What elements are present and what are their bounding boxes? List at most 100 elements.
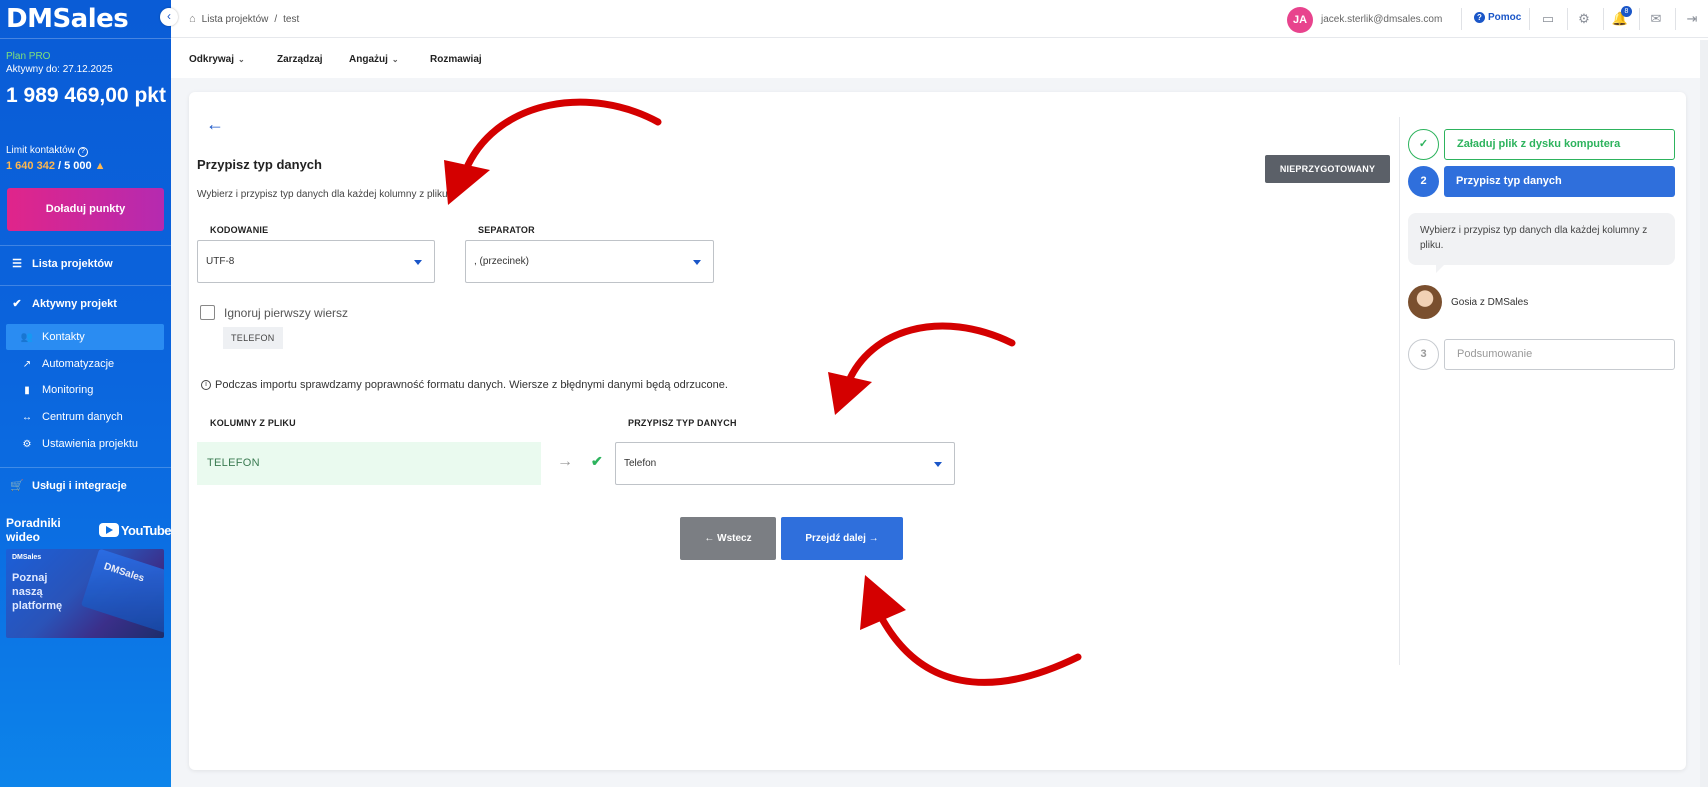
step-1-box[interactable]: Załaduj plik z dysku komputera (1444, 129, 1675, 160)
home-icon[interactable]: ⌂ (189, 13, 196, 25)
sidebar-subitem-project-settings[interactable]: ⚙ Ustawienia projektu (6, 431, 164, 457)
page-title: Przypisz typ danych (197, 157, 322, 172)
help-label: Pomoc (1488, 12, 1522, 23)
nav-engage[interactable]: Angażuj ⌄ (349, 54, 399, 65)
mail-icon[interactable]: ✉ (1647, 10, 1665, 28)
separator-select[interactable]: , (przecinek) (465, 240, 714, 283)
assistant-avatar (1408, 285, 1442, 319)
sidebar: DMSales Plan PRO Aktywny do: 27.12.2025 … (0, 0, 172, 787)
sidebar-subitem-automations[interactable]: ↗ Automatyzacje (6, 351, 164, 377)
nav-manage[interactable]: Zarządzaj (277, 54, 323, 65)
app-logo[interactable]: DMSales (6, 4, 129, 34)
topbar-divider (1675, 8, 1676, 30)
sidebar-subitem-monitoring[interactable]: ▮ Monitoring (6, 377, 164, 403)
step-1-circle: ✓ (1408, 129, 1439, 160)
chevron-down-icon: ⌄ (391, 55, 399, 64)
status-badge: NIEPRZYGOTOWANY (1265, 155, 1390, 183)
arrow-right-icon: → (557, 453, 573, 470)
topbar-divider (1639, 8, 1640, 30)
plan-active-until: Aktywny do: 27.12.2025 (6, 64, 113, 75)
contact-limit-value: 1 640 342 / 5 000 ▲ (6, 160, 106, 172)
contact-limit-label: Limit kontaktów? (6, 145, 88, 157)
caret-down-icon (414, 260, 422, 265)
help-button[interactable]: ? Pomoc (1474, 12, 1521, 23)
bar-chart-icon: ▮ (24, 384, 30, 396)
info-notice: i Podczas importu sprawdzamy poprawność … (201, 379, 728, 391)
contact-limit-used: 1 640 342 (6, 160, 55, 172)
warning-icon: ▲ (94, 160, 106, 172)
nav-label: Rozmawiaj (430, 54, 482, 65)
encoding-select[interactable]: UTF-8 (197, 240, 435, 283)
sidebar-subitem-label: Centrum danych (42, 411, 123, 423)
points-balance: 1 989 469,00 pkt (6, 84, 166, 107)
data-type-select[interactable]: Telefon (615, 442, 955, 485)
assign-type-header: PRZYPISZ TYP DANYCH (628, 418, 737, 428)
breadcrumb-separator: / (274, 13, 278, 25)
sidebar-item-label: Usługi i integracje (32, 479, 127, 492)
breadcrumb-projects[interactable]: Lista projektów (202, 14, 269, 25)
columns-header: KOLUMNY Z PLIKU (210, 418, 296, 428)
page-scrollbar[interactable] (1700, 40, 1708, 787)
topbar-divider (1603, 8, 1604, 30)
topbar: ⌂ Lista projektów / test JA jacek.sterli… (171, 0, 1708, 38)
sidebar-subitem-contacts[interactable]: 👥 Kontakty (6, 324, 164, 350)
plan-label: Plan PRO (6, 51, 51, 62)
assistant-bubble: Wybierz i przypisz typ danych dla każdej… (1408, 213, 1675, 273)
sidebar-item-label: Aktywny projekt (32, 297, 117, 310)
import-card: ← Przypisz typ danych Wybierz i przypisz… (189, 92, 1686, 770)
user-avatar[interactable]: JA (1287, 7, 1313, 33)
sidebar-subitem-label: Kontakty (42, 331, 85, 343)
contact-limit-text: Limit kontaktów (6, 145, 75, 156)
topbar-divider (1529, 8, 1530, 30)
logout-icon[interactable]: ⇥ (1683, 10, 1701, 28)
user-email[interactable]: jacek.sterlik@dmsales.com (1321, 14, 1442, 25)
sidebar-subitem-label: Automatyzacje (42, 358, 115, 370)
separator-value: , (przecinek) (474, 256, 530, 267)
sidebar-subitem-data-center[interactable]: ↔ Centrum danych (6, 404, 164, 430)
video-tutorials-link[interactable]: Poradniki wideo YouTube (6, 516, 172, 544)
caret-down-icon (693, 260, 701, 265)
data-type-value: Telefon (624, 458, 657, 469)
nav-label: Zarządzaj (277, 54, 323, 65)
breadcrumb-current: test (283, 13, 300, 25)
sidebar-separator (0, 467, 171, 468)
step-2-box[interactable]: Przypisz typ danych (1444, 166, 1675, 197)
sidebar-item-projects[interactable]: ☰ Lista projektów (10, 257, 113, 271)
assistant-name: Gosia z DMSales (1451, 297, 1529, 308)
back-button[interactable]: ← Wstecz (680, 517, 776, 560)
youtube-label: YouTube (120, 522, 172, 538)
next-button[interactable]: Przejdź dalej → (781, 517, 903, 560)
promo-screen-image (80, 549, 164, 634)
youtube-logo: YouTube (98, 522, 172, 538)
info-text: Podczas importu sprawdzamy poprawność fo… (215, 379, 728, 391)
check-icon: ✔ (12, 298, 22, 310)
page-subtitle: Wybierz i przypisz typ danych dla każdej… (197, 189, 451, 200)
promo-logo: DMSales (12, 554, 42, 561)
ignore-first-row-checkbox[interactable] (200, 305, 215, 320)
nav-talk[interactable]: Rozmawiaj (430, 54, 482, 65)
billing-icon[interactable]: ▭ (1539, 10, 1557, 28)
youtube-play-icon (98, 523, 119, 537)
contact-limit-total: / 5 000 (54, 160, 92, 172)
trend-icon: ↗ (22, 358, 32, 370)
bell-icon[interactable]: 🔔 8 (1611, 6, 1632, 28)
promo-banner[interactable]: DMSales Poznaj naszą platformę (6, 549, 164, 638)
nav-label: Odkrywaj (189, 54, 235, 65)
check-icon: ✔ (591, 453, 603, 469)
notification-badge: 8 (1621, 6, 1632, 17)
help-circle-icon[interactable]: ? (77, 147, 88, 157)
sidebar-item-label: Lista projektów (32, 257, 113, 270)
topup-points-button[interactable]: Doładuj punkty (7, 188, 164, 231)
sidebar-collapse-button[interactable]: ‹ (160, 8, 178, 26)
topbar-divider (1461, 8, 1462, 30)
nav-discover[interactable]: Odkrywaj ⌄ (189, 54, 245, 65)
step-3-box[interactable]: Podsumowanie (1444, 339, 1675, 370)
back-arrow-icon[interactable]: ← (206, 114, 224, 135)
sidebar-separator (0, 285, 171, 286)
sidebar-item-active-project[interactable]: ✔ Aktywny projekt (10, 297, 117, 311)
sidebar-item-services[interactable]: 🛒 Usługi i integracje (10, 479, 127, 493)
chevron-down-icon: ⌄ (238, 55, 245, 64)
ignore-first-row-label[interactable]: Ignoruj pierwszy wiersz (224, 306, 348, 320)
settings-gear-icon[interactable]: ⚙ (1575, 10, 1593, 28)
file-column-cell: TELEFON (197, 442, 541, 485)
